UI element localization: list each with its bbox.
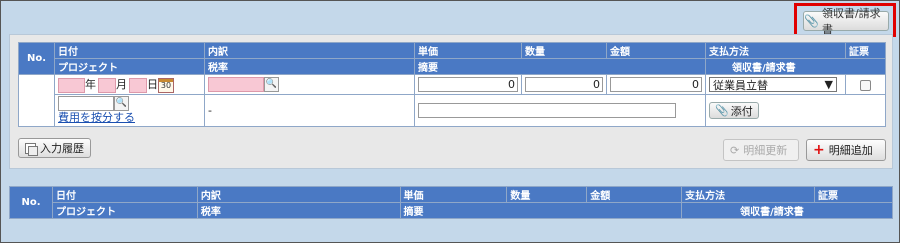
list-header-row-1: No. 日付 内訳 単価 数量 金額 支払方法 証票 bbox=[9, 186, 893, 219]
entry-input-row-2: 🔍 費用を按分する - 📎 添付 bbox=[19, 94, 886, 127]
update-detail-label: 明細更新 bbox=[743, 144, 788, 157]
list-col-voucher: 証票 bbox=[814, 186, 893, 203]
breakdown-input[interactable] bbox=[208, 77, 264, 92]
year-input[interactable] bbox=[58, 77, 85, 93]
attachment-cell: 📎 添付 bbox=[705, 94, 886, 127]
add-detail-button[interactable]: + 明細追加 bbox=[806, 139, 886, 161]
voucher-checkbox[interactable] bbox=[860, 79, 871, 91]
list-col-amount: 金額 bbox=[586, 186, 683, 203]
amount-input[interactable]: 0 bbox=[610, 77, 702, 92]
voucher-cell bbox=[845, 74, 886, 95]
unit-price-cell: 0 bbox=[414, 74, 522, 95]
project-input[interactable] bbox=[58, 96, 114, 111]
calendar-icon-day: 30 bbox=[160, 80, 172, 90]
paperclip-icon: 📎 bbox=[715, 104, 729, 117]
list-col-summary: 摘要 bbox=[399, 202, 683, 219]
day-input[interactable] bbox=[129, 77, 147, 93]
list-col-receipt-invoice: 領収書/請求書 bbox=[681, 202, 893, 219]
breakdown-input-cell: 🔍 bbox=[204, 74, 415, 95]
input-history-label: 入力履歴 bbox=[40, 142, 84, 155]
chevron-down-icon: ▼ bbox=[824, 78, 833, 91]
refresh-icon: ⟳ bbox=[730, 143, 740, 157]
list-col-date: 日付 bbox=[51, 186, 198, 203]
col-date-header: 日付 bbox=[54, 42, 205, 59]
summary-input[interactable] bbox=[418, 103, 676, 118]
paperclip-icon: 📎 bbox=[804, 14, 819, 28]
detail-list-header: No. 日付 内訳 単価 数量 金額 支払方法 証票 プロジェクト 税率 摘要 … bbox=[9, 186, 893, 219]
col-unit-price-header: 単価 bbox=[414, 42, 522, 59]
col-amount-header: 金額 bbox=[606, 42, 706, 59]
payment-method-cell: 従業員立替 ▼ bbox=[705, 74, 846, 95]
entry-input-row-1: 年 月 日 30 🔍 0 0 0 従業員立替 ▼ bbox=[18, 74, 886, 127]
summary-cell bbox=[414, 94, 706, 127]
project-input-cell: 🔍 費用を按分する bbox=[54, 94, 205, 127]
day-label: 日 bbox=[147, 78, 158, 92]
col-summary-header: 摘要 bbox=[414, 58, 706, 75]
entry-no-cell bbox=[18, 74, 55, 127]
year-label: 年 bbox=[85, 78, 96, 92]
payment-method-value: 従業員立替 bbox=[713, 78, 768, 92]
update-detail-button[interactable]: ⟳ 明細更新 bbox=[723, 139, 799, 161]
col-payment-method-header: 支払方法 bbox=[705, 42, 846, 59]
list-col-payment-method: 支払方法 bbox=[681, 186, 815, 203]
col-quantity-header: 数量 bbox=[521, 42, 607, 59]
unit-price-input[interactable]: 0 bbox=[418, 77, 518, 92]
list-col-quantity: 数量 bbox=[506, 186, 588, 203]
attach-button[interactable]: 📎 添付 bbox=[709, 102, 759, 119]
input-history-button[interactable]: 入力履歴 bbox=[18, 138, 91, 158]
detail-entry-panel: No. 日付 内訳 単価 数量 金額 支払方法 証票 プロジェクト 税率 摘要 … bbox=[9, 34, 893, 169]
list-col-project: プロジェクト bbox=[51, 202, 198, 219]
quantity-cell: 0 bbox=[521, 74, 607, 95]
add-detail-label: 明細追加 bbox=[828, 144, 873, 157]
receipt-invoice-button[interactable]: 📎 領収書/請求書 bbox=[803, 7, 889, 36]
col-no-header: No. bbox=[18, 42, 55, 75]
history-icon bbox=[25, 142, 38, 156]
detail-list-table: No. 日付 内訳 単価 数量 金額 支払方法 証票 プロジェクト 税率 摘要 … bbox=[9, 186, 893, 219]
detail-entry-table: No. 日付 内訳 単価 数量 金額 支払方法 証票 プロジェクト 税率 摘要 … bbox=[18, 42, 886, 127]
receipt-button-highlight: 📎 領収書/請求書 bbox=[794, 3, 896, 37]
tax-rate-cell: - bbox=[204, 94, 415, 127]
tax-rate-value: - bbox=[208, 104, 212, 117]
list-col-unit-price: 単価 bbox=[399, 186, 508, 203]
allocate-expense-link[interactable]: 費用を按分する bbox=[58, 111, 135, 124]
quantity-input[interactable]: 0 bbox=[525, 77, 603, 92]
col-breakdown-header: 内訳 bbox=[204, 42, 415, 59]
project-search-icon[interactable]: 🔍 bbox=[114, 96, 129, 111]
attach-button-label: 添付 bbox=[730, 104, 753, 118]
list-col-tax-rate: 税率 bbox=[196, 202, 401, 219]
plus-icon: + bbox=[813, 142, 825, 158]
amount-cell: 0 bbox=[606, 74, 706, 95]
col-receipt-invoice-header: 領収書/請求書 bbox=[705, 58, 886, 75]
payment-method-select[interactable]: 従業員立替 ▼ bbox=[709, 77, 837, 92]
col-voucher-header: 証票 bbox=[845, 42, 886, 59]
entry-header-row-2: プロジェクト 税率 摘要 領収書/請求書 bbox=[19, 58, 886, 75]
list-col-no: No. bbox=[9, 186, 53, 219]
list-header-row-2: プロジェクト 税率 摘要 領収書/請求書 bbox=[10, 202, 893, 219]
receipt-invoice-button-label: 領収書/請求書 bbox=[821, 7, 881, 36]
list-col-breakdown: 内訳 bbox=[196, 186, 401, 203]
breakdown-search-icon[interactable]: 🔍 bbox=[264, 77, 279, 92]
calendar-icon[interactable]: 30 bbox=[158, 77, 174, 93]
month-label: 月 bbox=[116, 78, 127, 92]
date-input-cell: 年 月 日 30 bbox=[54, 74, 205, 95]
entry-header-row-1: No. 日付 内訳 単価 数量 金額 支払方法 証票 bbox=[18, 42, 886, 75]
month-input[interactable] bbox=[98, 77, 116, 93]
col-project-header: プロジェクト bbox=[54, 58, 205, 75]
col-tax-rate-header: 税率 bbox=[204, 58, 415, 75]
